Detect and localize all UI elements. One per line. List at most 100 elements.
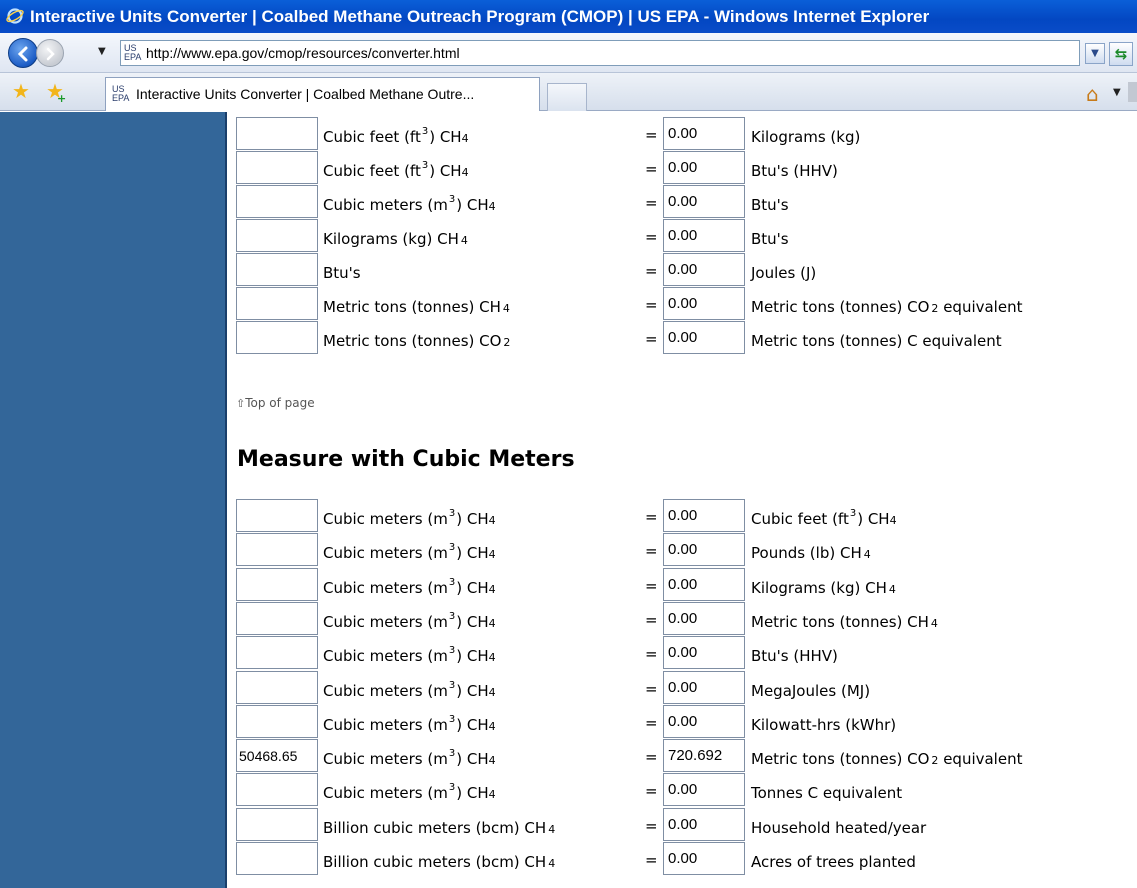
favorites-star-icon[interactable]: ★: [12, 81, 30, 101]
input-value-field[interactable]: [236, 773, 318, 807]
input-value-field[interactable]: [236, 567, 318, 601]
from-b-text: ) CH: [456, 750, 489, 769]
from-a-text: Cubic meters (m: [323, 196, 448, 214]
from-unit-label: Billion cubic meters (bcm) CH 4: [323, 851, 555, 871]
result-value-field[interactable]: [663, 670, 745, 704]
result-value-field[interactable]: [663, 219, 745, 252]
arrow-left-icon: [17, 46, 28, 62]
to-a-text: Tonnes C equivalent: [751, 784, 903, 803]
from-unit-label: Cubic meters (m3) CH4: [323, 680, 496, 700]
to-c-text: equivalent: [938, 750, 1023, 769]
refresh-button[interactable]: ⇆: [1109, 42, 1133, 66]
converter-row: Cubic meters (m3) CH4 = Btu's (HHV): [227, 636, 1137, 670]
to-unit-label: Metric tons (tonnes) CO 2 equivalent: [751, 748, 1022, 768]
result-value-field[interactable]: [663, 807, 745, 841]
equals-sign: =: [645, 782, 658, 801]
result-value-field[interactable]: [663, 567, 745, 601]
input-value-field[interactable]: [236, 287, 318, 320]
from-a-text: Kilograms (kg) CH: [323, 230, 459, 248]
result-value-field[interactable]: [663, 117, 745, 150]
tab-active[interactable]: US EPA Interactive Units Converter | Coa…: [105, 77, 540, 111]
home-dropdown-icon[interactable]: ▼: [1113, 87, 1121, 98]
top-of-page-link[interactable]: ⇧Top of page: [236, 396, 315, 410]
input-value-field[interactable]: [236, 704, 318, 738]
result-value-field[interactable]: [663, 287, 745, 320]
to-unit-label: Joules (J): [751, 262, 818, 282]
from-sup-text: 3: [421, 160, 429, 171]
equals-sign: =: [645, 713, 658, 732]
from-a-text: Metric tons (tonnes) CH: [323, 298, 501, 316]
from-sup-text: 3: [448, 748, 456, 760]
from-b-text: ) CH: [456, 784, 489, 803]
equals-sign: =: [645, 194, 658, 212]
to-a-text: MegaJoules (MJ): [751, 681, 871, 700]
result-value-field[interactable]: [663, 151, 745, 184]
back-button[interactable]: [8, 38, 38, 68]
input-value-field[interactable]: [236, 636, 318, 670]
new-tab-button[interactable]: [547, 83, 587, 111]
forward-button[interactable]: [36, 39, 64, 67]
input-value-field[interactable]: [236, 253, 318, 286]
result-value-field[interactable]: [663, 842, 745, 875]
from-b-text: ) CH: [456, 647, 489, 666]
converter-row: Cubic meters (m3) CH4 = Btu's: [227, 185, 1137, 219]
input-value-field[interactable]: [236, 670, 318, 704]
address-url[interactable]: http://www.epa.gov/cmop/resources/conver…: [146, 41, 460, 65]
to-unit-label: Btu's (HHV): [751, 160, 840, 180]
home-icon[interactable]: ⌂: [1086, 82, 1099, 106]
to-a-text: Btu's: [751, 230, 789, 248]
history-dropdown-icon[interactable]: ▼: [98, 46, 106, 57]
converter-row: Cubic meters (m3) CH4 = Metric tons (ton…: [227, 601, 1137, 636]
converter-row: Btu's = Joules (J): [227, 253, 1137, 287]
from-sub-text: 4: [488, 685, 496, 699]
input-value-field[interactable]: [236, 151, 318, 184]
from-unit-label: Cubic meters (m3) CH4: [323, 645, 496, 665]
to-sub-text: 4: [888, 582, 896, 596]
from-unit-label: Billion cubic meters (bcm) CH 4: [323, 817, 555, 837]
input-value-field[interactable]: [236, 807, 318, 841]
input-value-field[interactable]: [236, 533, 318, 567]
input-value-field[interactable]: [236, 842, 318, 875]
converter-row: Cubic meters (m3) CH4 = Cubic feet (ft3)…: [227, 499, 1137, 533]
equals-sign: =: [645, 576, 658, 595]
result-value-field[interactable]: [663, 253, 745, 286]
from-unit-label: Btu's: [323, 262, 363, 282]
result-value-field[interactable]: [663, 321, 745, 354]
input-value-field[interactable]: [236, 219, 318, 252]
from-unit-label: Cubic meters (m3) CH4: [323, 194, 496, 214]
from-unit-label: Metric tons (tonnes) CO 2: [323, 330, 510, 350]
to-a-text: Pounds (lb) CH: [751, 544, 862, 563]
from-a-text: Cubic meters (m: [323, 578, 448, 597]
to-a-text: Kilograms (kg) CH: [751, 578, 887, 597]
equals-sign: =: [645, 679, 658, 698]
top-of-page-label: Top of page: [245, 396, 315, 410]
to-unit-label: Household heated/year: [751, 817, 928, 837]
add-favorites-icon[interactable]: ★ +: [46, 81, 66, 105]
from-b-text: ) CH: [456, 578, 489, 597]
result-value-field[interactable]: [663, 773, 745, 807]
input-value-field[interactable]: [236, 185, 318, 218]
result-value-field[interactable]: [663, 533, 745, 567]
input-value-field[interactable]: [236, 117, 318, 150]
from-unit-label: Cubic meters (m3) CH4: [323, 508, 496, 528]
result-value-field[interactable]: [663, 636, 745, 670]
ie-logo-icon: [6, 8, 24, 24]
result-value-field[interactable]: [663, 499, 745, 532]
converter-row: Billion cubic meters (bcm) CH4 = Acres o…: [227, 842, 1137, 876]
from-unit-label: Kilograms (kg) CH 4: [323, 228, 468, 248]
input-value-field[interactable]: [236, 321, 318, 354]
input-value-field[interactable]: [236, 601, 318, 635]
converter-row: Cubic meters (m3) CH4 = Pounds (lb) CH4: [227, 533, 1137, 567]
to-a-text: Metric tons (tonnes) CH: [751, 612, 929, 631]
result-value-field[interactable]: [663, 739, 745, 773]
from-sub-text: 2: [503, 336, 511, 349]
result-value-field[interactable]: [663, 601, 745, 635]
input-value-field[interactable]: [236, 499, 318, 532]
address-bar[interactable]: US EPA http://www.epa.gov/cmop/resources…: [120, 40, 1080, 66]
result-value-field[interactable]: [663, 704, 745, 738]
tab-bar: ★ ★ + US EPA Interactive Units Converter …: [0, 73, 1137, 111]
result-value-field[interactable]: [663, 185, 745, 218]
from-a-text: Cubic feet (ft: [323, 128, 421, 146]
address-dropdown-button[interactable]: ▼: [1085, 43, 1105, 64]
input-value-field[interactable]: [236, 739, 318, 773]
